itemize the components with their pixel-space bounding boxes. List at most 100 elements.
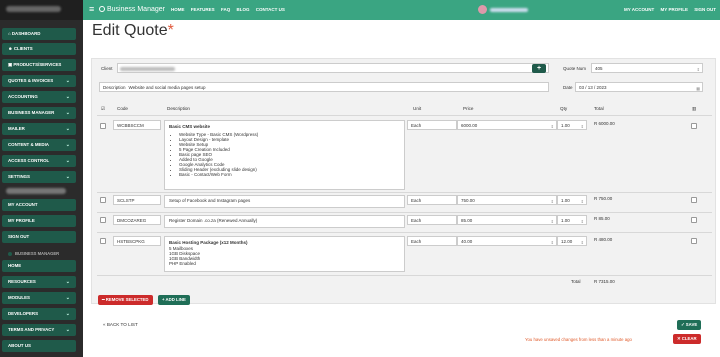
row-option-checkbox[interactable] bbox=[691, 217, 697, 223]
price-field[interactable]: 6000.00 ⇕ bbox=[457, 120, 557, 130]
nav-contact[interactable]: CONTACT US bbox=[256, 7, 285, 12]
chevron-down-icon: ⌄ bbox=[65, 110, 70, 116]
client-label: Client bbox=[101, 66, 113, 71]
sidebar-item-content-media[interactable]: CONTENT & MEDIA ⌄ bbox=[2, 139, 76, 151]
stepper-icon[interactable]: ⇕ bbox=[551, 122, 554, 129]
chevron-down-icon: ⌄ bbox=[65, 158, 70, 164]
sidebar-item-quotes[interactable]: QUOTES & INVOICES ⌄ bbox=[2, 75, 76, 87]
quote-num-field[interactable]: 405 ⇕ bbox=[591, 63, 703, 73]
code-field[interactable]: WCBBSCCM bbox=[113, 120, 161, 130]
client-field[interactable] bbox=[117, 63, 549, 73]
price-field[interactable]: 85.00 ⇕ bbox=[457, 215, 557, 225]
description-box[interactable]: Register Domain .co.za (Renewed Annually… bbox=[164, 215, 405, 228]
select-all-icon[interactable]: ☑ bbox=[101, 106, 105, 112]
sidebar-item-products[interactable]: ▣ PRODUCTS/SERVICES bbox=[2, 59, 76, 71]
logo bbox=[0, 0, 83, 20]
sidebar-item-sign-out[interactable]: SIGN OUT bbox=[2, 231, 76, 243]
unit-field[interactable]: Each bbox=[407, 236, 457, 246]
sidebar-item-dashboard[interactable]: ⌂ DASHBOARD bbox=[2, 28, 76, 40]
nav-blog[interactable]: BLOG bbox=[236, 7, 249, 12]
client-name bbox=[120, 67, 175, 71]
qty-field[interactable]: 1.00 ⇕ bbox=[557, 120, 587, 130]
price-field[interactable]: 750.00 ⇕ bbox=[457, 195, 557, 205]
price-field[interactable]: 40.00 ⇕ bbox=[457, 236, 557, 246]
chevron-down-icon: ⌄ bbox=[65, 279, 70, 285]
brand-name[interactable]: Business Manager bbox=[107, 6, 165, 13]
row-option-checkbox[interactable] bbox=[691, 238, 697, 244]
code-field[interactable]: DMCOZAREG bbox=[113, 215, 161, 225]
remove-selected-button[interactable]: ━ REMOVE SELECTED bbox=[98, 295, 153, 305]
divider bbox=[97, 275, 712, 276]
stepper-icon[interactable]: ⇕ bbox=[551, 197, 554, 204]
row-option-checkbox[interactable] bbox=[691, 123, 697, 129]
chevron-down-icon: ⌄ bbox=[65, 327, 70, 333]
stepper-icon[interactable]: ⇕ bbox=[551, 238, 554, 245]
stepper-icon[interactable]: ⇕ bbox=[697, 65, 700, 72]
description-field[interactable]: Description Website and social media page… bbox=[99, 82, 549, 92]
row-option-checkbox[interactable] bbox=[691, 197, 697, 203]
unit-field[interactable]: Each bbox=[407, 195, 457, 205]
sidebar-item-accounting[interactable]: ACCOUNTING ⌄ bbox=[2, 91, 76, 103]
nav-faq[interactable]: FAQ bbox=[221, 7, 230, 12]
sidebar-item-clients[interactable]: ☻ CLIENTS bbox=[2, 43, 76, 55]
sidebar-item-business-manager[interactable]: BUSINESS MANAGER ⌄ bbox=[2, 107, 76, 119]
required-mark: * bbox=[167, 22, 174, 39]
nav-my-account[interactable]: MY ACCOUNT bbox=[624, 7, 654, 12]
clear-button[interactable]: ✕ CLEAR bbox=[673, 334, 701, 344]
sidebar-item-settings[interactable]: SETTINGS ⌄ bbox=[2, 171, 76, 183]
nav-features[interactable]: FEATURES bbox=[191, 7, 215, 12]
description-box[interactable]: Basic Hosting Package (x12 Months) 5 Mai… bbox=[164, 236, 405, 272]
date-field[interactable]: 03 / 13 / 2023 ▦ bbox=[575, 82, 703, 92]
brand-icon bbox=[99, 6, 105, 12]
stepper-icon[interactable]: ⇕ bbox=[581, 197, 584, 204]
top-navbar: ≡ Business Manager HOME FEATURES FAQ BLO… bbox=[83, 0, 720, 20]
page-title: Edit Quote* bbox=[92, 22, 174, 39]
back-to-list-link[interactable]: « BACK TO LIST bbox=[103, 322, 138, 327]
columns-icon[interactable]: ▥ bbox=[692, 106, 696, 112]
nav-sign-out[interactable]: SIGN OUT bbox=[694, 7, 716, 12]
qty-field[interactable]: 1.00 ⇕ bbox=[557, 195, 587, 205]
description-label: Description bbox=[103, 85, 126, 90]
qty-field[interactable]: 1.00 ⇕ bbox=[557, 215, 587, 225]
sidebar-item-resources[interactable]: RESOURCES ⌄ bbox=[2, 276, 76, 288]
row-total: R 480.00 bbox=[594, 237, 613, 242]
chevron-down-icon: ⌄ bbox=[65, 78, 70, 84]
sidebar-item-mailer[interactable]: MAILER ⌄ bbox=[2, 123, 76, 135]
description-box[interactable]: Basic CMS website Website Type - Basic C… bbox=[164, 120, 405, 190]
code-field[interactable]: HSTBSCPKG bbox=[113, 236, 161, 246]
qty-field[interactable]: 12.00 ⇕ bbox=[557, 236, 587, 246]
sidebar-item-my-account[interactable]: MY ACCOUNT bbox=[2, 199, 76, 211]
add-client-button[interactable]: + bbox=[532, 64, 546, 73]
stepper-icon[interactable]: ⇕ bbox=[581, 238, 584, 245]
divider bbox=[97, 115, 712, 116]
avatar[interactable] bbox=[478, 5, 487, 14]
stepper-icon[interactable]: ⇕ bbox=[581, 217, 584, 224]
add-line-button[interactable]: + ADD LINE bbox=[158, 295, 190, 305]
stepper-icon[interactable]: ⇕ bbox=[551, 217, 554, 224]
code-field[interactable]: SCLSTP bbox=[113, 195, 161, 205]
row-checkbox[interactable] bbox=[100, 238, 106, 244]
unit-field[interactable]: Each bbox=[407, 120, 457, 130]
menu-icon[interactable]: ≡ bbox=[89, 4, 94, 14]
sidebar-item-about[interactable]: ABOUT US bbox=[2, 340, 76, 352]
unit-field[interactable]: Each bbox=[407, 215, 457, 225]
description-box[interactable]: Setup of Facebook and Instagram pages bbox=[164, 195, 405, 208]
sidebar-item-terms[interactable]: TERMS AND PRIVACY ⌄ bbox=[2, 324, 76, 336]
sidebar-item-access-control[interactable]: ACCESS CONTROL ⌄ bbox=[2, 155, 76, 167]
sidebar-item-my-profile[interactable]: MY PROFILE bbox=[2, 215, 76, 227]
nav-my-profile[interactable]: MY PROFILE bbox=[661, 7, 688, 12]
chevron-down-icon: ⌄ bbox=[65, 174, 70, 180]
row-checkbox[interactable] bbox=[100, 217, 106, 223]
sidebar-item-modules[interactable]: MODULES ⌄ bbox=[2, 292, 76, 304]
stepper-icon[interactable]: ⇕ bbox=[581, 122, 584, 129]
total-label: Total bbox=[571, 279, 581, 284]
save-button[interactable]: ✓ SAVE bbox=[677, 320, 702, 330]
sidebar-item-developers[interactable]: DEVELOPERS ⌄ bbox=[2, 308, 76, 320]
nav-home[interactable]: HOME bbox=[171, 7, 185, 12]
row-checkbox[interactable] bbox=[100, 197, 106, 203]
divider bbox=[97, 192, 712, 193]
row-checkbox[interactable] bbox=[100, 123, 106, 129]
calendar-icon[interactable]: ▦ bbox=[696, 84, 700, 91]
sidebar-item-home[interactable]: HOME bbox=[2, 260, 76, 272]
row-total: R 6000.00 bbox=[594, 121, 615, 126]
